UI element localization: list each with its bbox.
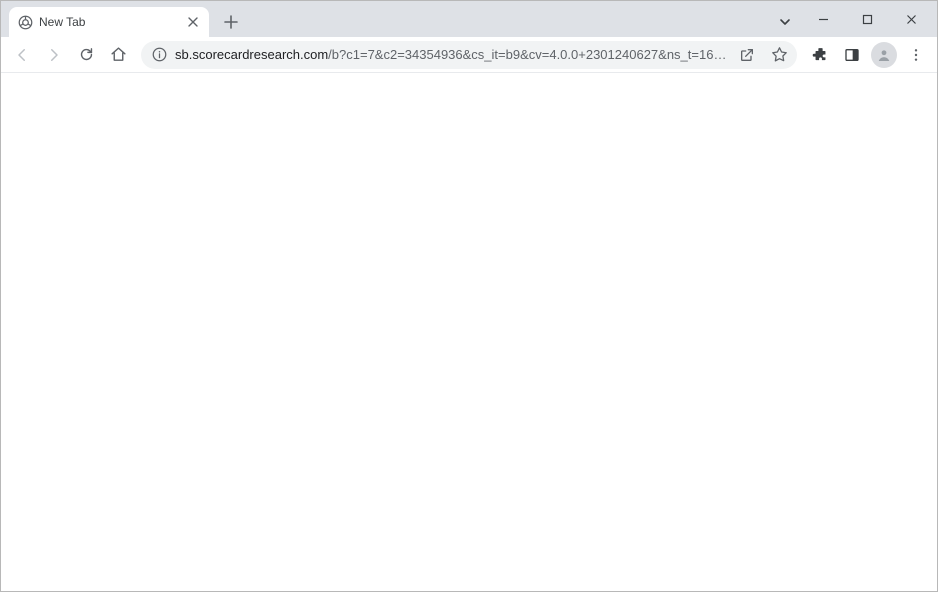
maximize-button[interactable] xyxy=(845,4,889,34)
url-path: /b?c1=7&c2=34354936&cs_it=b9&cv=4.0.0+23… xyxy=(328,47,727,62)
url-host: sb.scorecardresearch.com xyxy=(175,47,328,62)
new-tab-button[interactable] xyxy=(217,8,245,36)
tab-favicon xyxy=(17,14,33,30)
window-controls xyxy=(801,1,937,37)
tab-search-button[interactable] xyxy=(769,7,801,37)
browser-tab[interactable]: New Tab xyxy=(9,7,209,37)
url-text: sb.scorecardresearch.com/b?c1=7&c2=34354… xyxy=(175,47,727,62)
home-button[interactable] xyxy=(103,40,133,70)
side-panel-button[interactable] xyxy=(837,40,867,70)
forward-button[interactable] xyxy=(39,40,69,70)
profile-button[interactable] xyxy=(871,42,897,68)
site-info-icon[interactable] xyxy=(151,47,167,63)
bookmark-button[interactable] xyxy=(767,43,791,67)
page-content xyxy=(1,73,937,591)
titlebar: New Tab xyxy=(1,1,937,37)
close-window-button[interactable] xyxy=(889,4,933,34)
toolbar: sb.scorecardresearch.com/b?c1=7&c2=34354… xyxy=(1,37,937,73)
tab-title: New Tab xyxy=(39,15,179,29)
menu-button[interactable] xyxy=(901,40,931,70)
reload-button[interactable] xyxy=(71,40,101,70)
share-button[interactable] xyxy=(735,43,759,67)
extensions-button[interactable] xyxy=(805,40,835,70)
tab-close-button[interactable] xyxy=(185,14,201,30)
minimize-button[interactable] xyxy=(801,4,845,34)
back-button[interactable] xyxy=(7,40,37,70)
address-bar[interactable]: sb.scorecardresearch.com/b?c1=7&c2=34354… xyxy=(141,41,797,69)
